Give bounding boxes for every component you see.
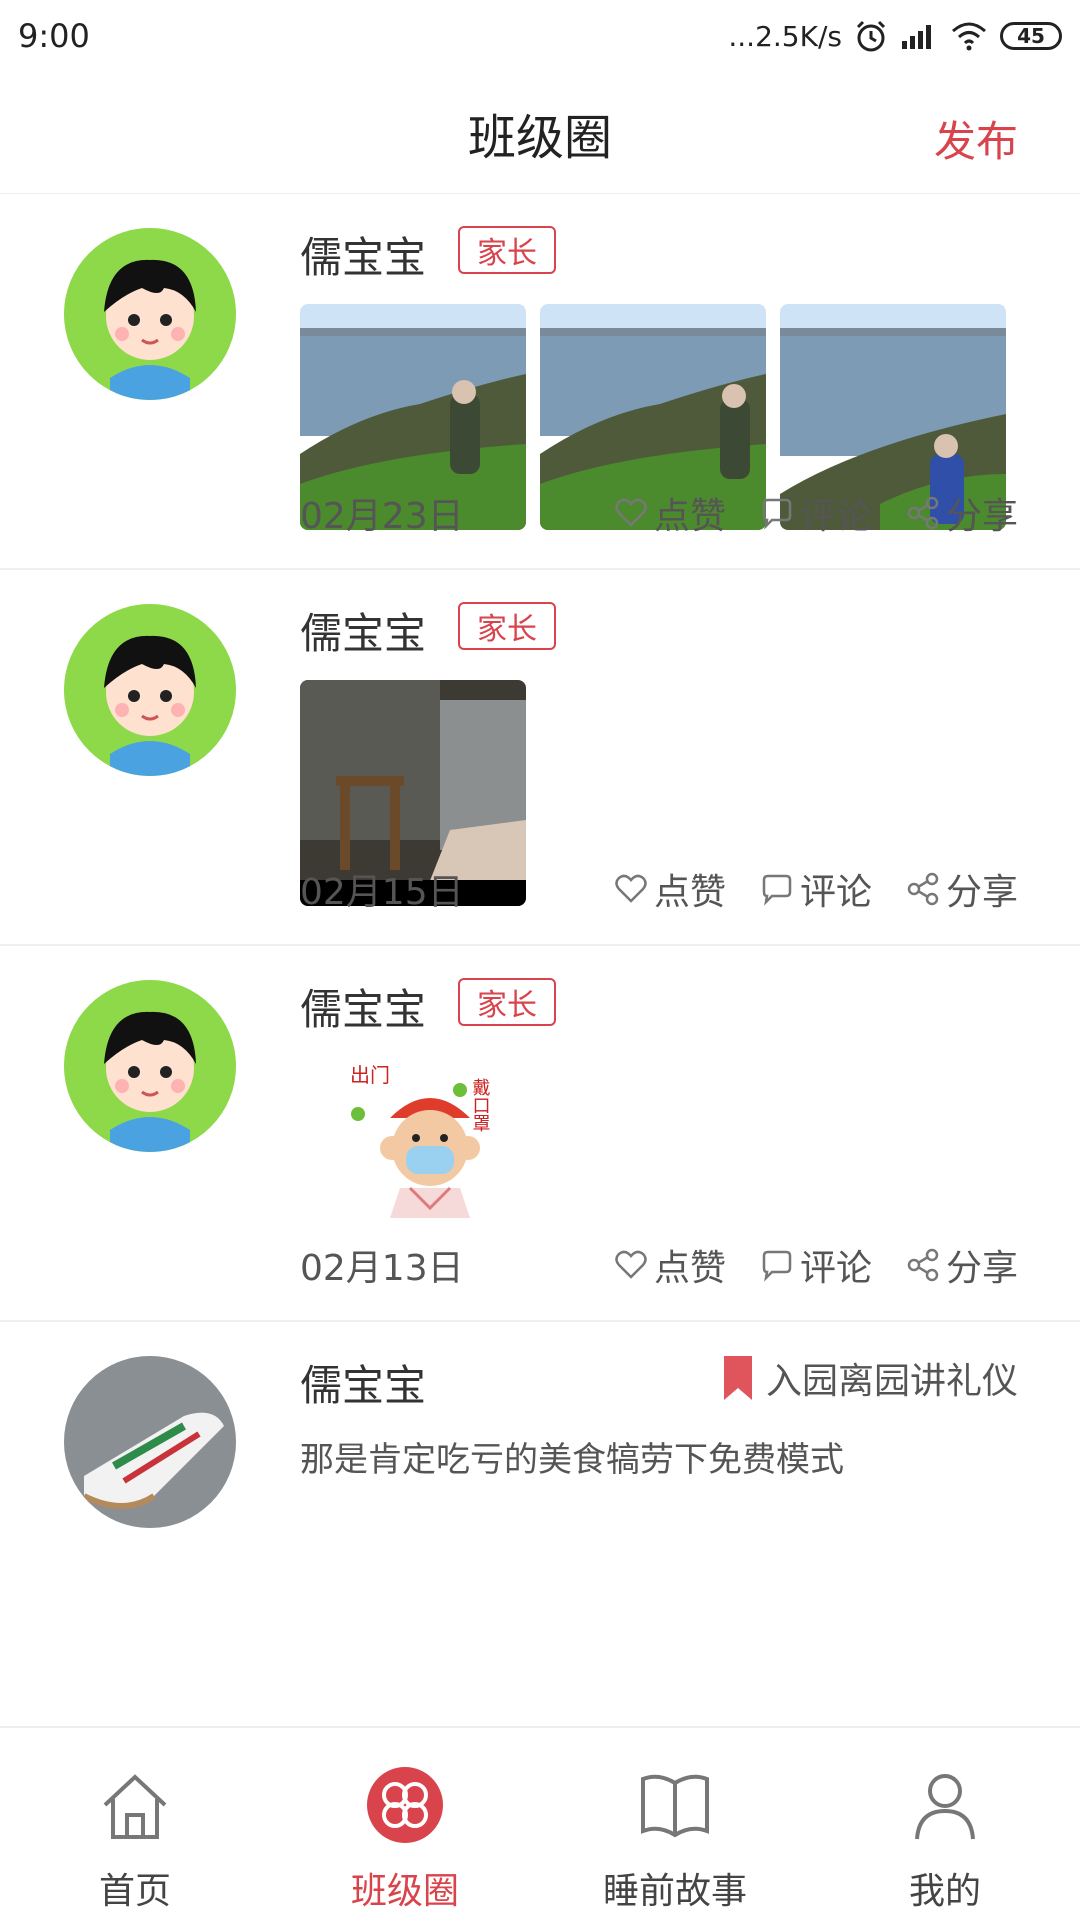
topic-label: 入园离园讲礼仪 [765,1361,1018,1402]
bottom-nav: 首页 班级圈 睡前故事 我的 [0,1726,1080,1920]
post-footer: 02月13日 点赞 评论 分享 [300,1240,1018,1290]
sticker-text-left: 出门 [350,1063,390,1087]
comment-button[interactable]: 评论 [760,863,872,915]
boy-avatar-icon [64,228,236,400]
avatar[interactable] [64,980,236,1152]
comment-label: 评论 [799,496,872,537]
nav-label: 睡前故事 [602,1871,747,1912]
post-actions: 点赞 评论 分享 [614,1239,1018,1291]
sticker-text-right: 戴口罩 [470,1078,491,1132]
share-icon [907,872,939,906]
bookmark-icon [723,1356,752,1400]
nav-home[interactable]: 首页 [0,1728,270,1920]
role-badge: 家长 [458,978,556,1026]
topic-tag[interactable]: 入园离园讲礼仪 [723,1352,1018,1404]
like-button[interactable]: 点赞 [614,863,726,915]
comment-button[interactable]: 评论 [760,487,872,539]
username: 儒宝宝 [300,985,427,1034]
feed-post[interactable]: 儒宝宝 家长 出门 戴口罩 02月13日 点赞 评论 分享 [0,946,1080,1322]
username: 儒宝宝 [300,1361,427,1410]
page-title: 班级圈 [467,109,612,166]
share-label: 分享 [945,872,1018,913]
share-icon [907,1248,939,1282]
nav-label: 我的 [908,1871,981,1912]
share-button[interactable]: 分享 [906,1239,1018,1291]
boy-avatar-icon [64,980,236,1152]
clover-icon [367,1767,443,1843]
like-button[interactable]: 点赞 [614,487,726,539]
post-actions: 点赞 评论 分享 [614,863,1018,915]
heart-icon [615,1250,647,1279]
top-bar: 班级圈 发布 [0,72,1080,194]
status-time: 9:00 [18,17,90,55]
home-icon [103,1774,167,1839]
comment-label: 评论 [799,872,872,913]
status-indicators: ...2.5K/s 45 [728,19,1062,53]
heart-icon [615,498,647,527]
post-date: 02月13日 [300,1248,464,1289]
comment-icon [762,498,792,530]
book-icon [641,1774,709,1838]
publish-button[interactable]: 发布 [934,108,1018,169]
post-actions: 点赞 评论 分享 [614,487,1018,539]
comment-icon [762,1250,792,1282]
comment-label: 评论 [799,1248,872,1289]
role-badge: 家长 [458,602,556,650]
mask-sticker[interactable]: 出门 戴口罩 [330,1038,530,1238]
avatar[interactable] [64,604,236,776]
nav-mine[interactable]: 我的 [810,1728,1080,1920]
share-label: 分享 [945,1248,1018,1289]
post-footer: 02月23日 点赞 评论 分享 [300,488,1018,538]
class-feed[interactable]: 儒宝宝 家长 02月23日 点赞 评论 分享 儒宝宝 家长 02月15日 点赞 … [0,194,1080,1726]
status-bar: 9:00 ...2.5K/s 45 [0,0,1080,72]
role-badge: 家长 [458,226,556,274]
share-button[interactable]: 分享 [906,487,1018,539]
like-label: 点赞 [653,1248,726,1289]
avatar[interactable] [64,1356,236,1528]
shoe-avatar-icon [64,1356,236,1528]
username: 儒宝宝 [300,609,427,658]
alarm-icon [856,20,886,52]
net-speed: ...2.5K/s [728,19,842,53]
nav-label: 班级圈 [350,1871,459,1912]
post-footer: 02月15日 点赞 评论 分享 [300,864,1018,914]
user-icon [915,1774,975,1840]
avatar[interactable] [64,228,236,400]
share-icon [907,496,939,530]
post-date: 02月15日 [300,872,464,913]
like-button[interactable]: 点赞 [614,1239,726,1291]
nav-label: 首页 [98,1871,171,1912]
boy-avatar-icon [64,604,236,776]
share-button[interactable]: 分享 [906,863,1018,915]
feed-post[interactable]: 儒宝宝 家长 02月15日 点赞 评论 分享 [0,570,1080,946]
nav-bedtime-stories[interactable]: 睡前故事 [540,1728,810,1920]
battery-indicator: 45 [1000,22,1062,50]
nav-class-circle[interactable]: 班级圈 [270,1728,540,1920]
comment-button[interactable]: 评论 [760,1239,872,1291]
signal-icon [902,25,931,49]
like-label: 点赞 [653,496,726,537]
heart-icon [615,874,647,903]
comment-icon [762,874,792,906]
feed-post[interactable]: 儒宝宝 入园离园讲礼仪 那是肯定吃亏的美食犒劳下免费模式 [0,1322,1080,1726]
share-label: 分享 [945,496,1018,537]
like-label: 点赞 [653,872,726,913]
feed-post[interactable]: 儒宝宝 家长 02月23日 点赞 评论 分享 [0,194,1080,570]
wifi-icon [952,22,986,51]
post-date: 02月23日 [300,496,464,537]
post-excerpt: 那是肯定吃亏的美食犒劳下免费模式 [300,1440,844,1480]
username: 儒宝宝 [300,233,427,282]
